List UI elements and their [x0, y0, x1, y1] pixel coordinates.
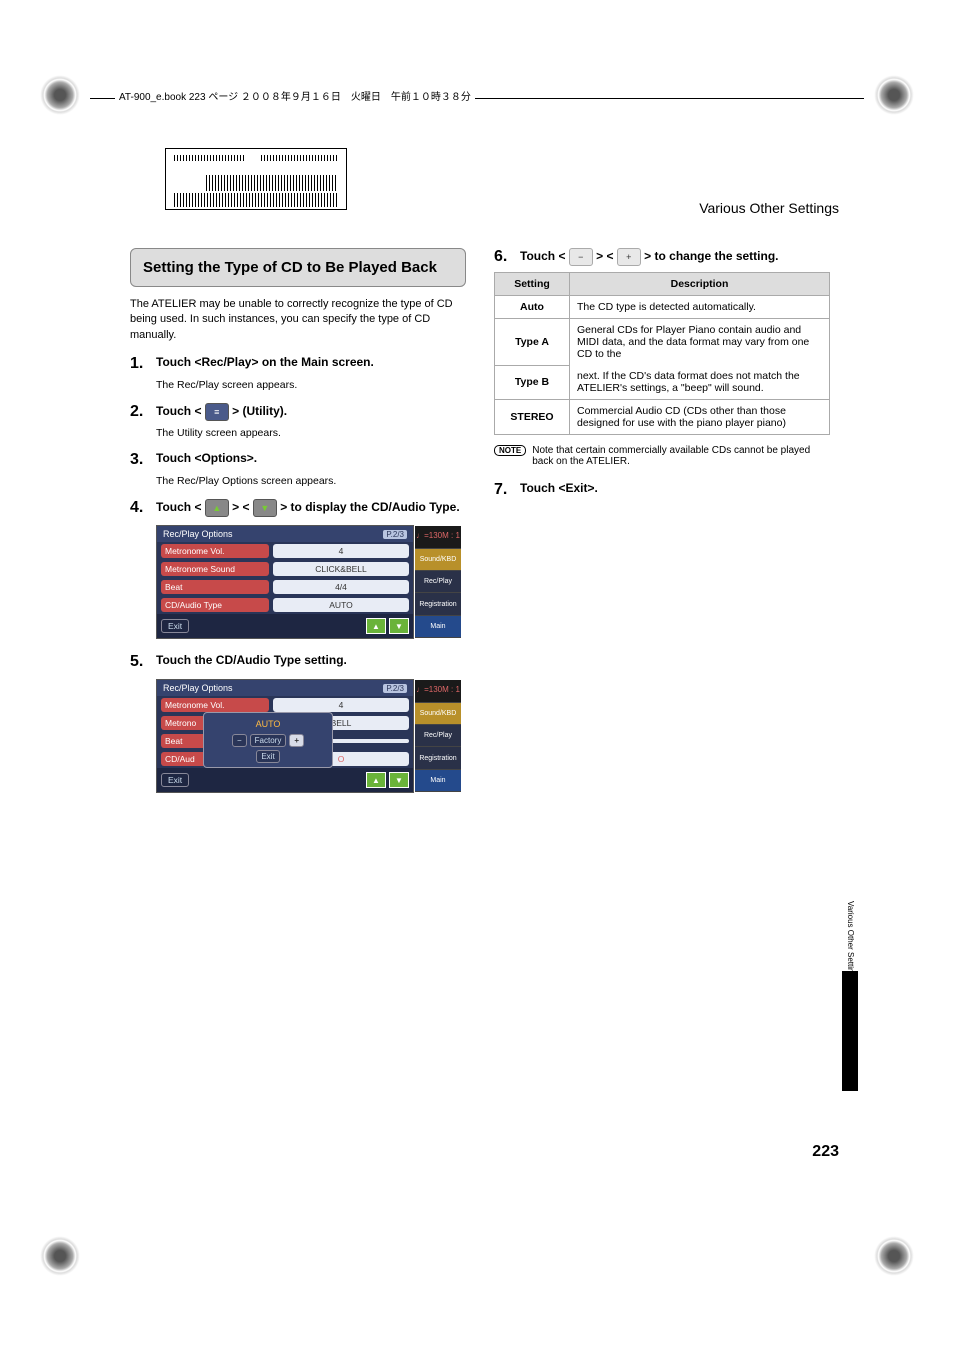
thumb-tab-label: Various Other Settings — [846, 901, 855, 981]
table-row: STEREO Commercial Audio CD (CDs other th… — [495, 400, 830, 435]
plus-icon: + — [617, 248, 641, 266]
ss-row-value: 4 — [273, 544, 409, 558]
ss-row-value: CLICK&BELL — [273, 562, 409, 576]
arrow-down-icon — [253, 499, 277, 517]
ss-title: Rec/Play Options — [163, 529, 233, 539]
table-header: Description — [570, 273, 830, 296]
setting-name: Type B — [495, 365, 570, 400]
step-text: Touch <Options>. — [156, 451, 257, 465]
step-text: Touch <Rec/Play> on the Main screen. — [156, 355, 374, 369]
ss-page: P.2/3 — [383, 684, 407, 693]
ss-row-label: Metronome Vol. — [161, 544, 269, 558]
step-subtext: The Utility screen appears. — [156, 427, 466, 439]
reg-mark-icon — [874, 1236, 914, 1276]
ss-side-tab: Sound/KBD — [415, 703, 461, 725]
ss-title: Rec/Play Options — [163, 683, 233, 693]
step-text-mid: > < — [232, 500, 249, 514]
step-number: 4. — [130, 499, 148, 517]
ss-row-label: Metronome Sound — [161, 562, 269, 576]
step-text-post: > to change the setting. — [644, 249, 778, 263]
note-text: Note that certain commercially available… — [532, 445, 830, 467]
setting-name: STEREO — [495, 400, 570, 435]
step-text-pre: Touch < — [520, 249, 569, 263]
popup-minus-button: − — [232, 734, 247, 747]
ss-up-icon: ▲ — [366, 772, 386, 788]
step-subtext: The Rec/Play Options screen appears. — [156, 475, 466, 487]
step-text-pre: Touch < — [156, 500, 201, 514]
table-row: Type A General CDs for Player Piano cont… — [495, 319, 830, 366]
step-text: Touch the CD/Audio Type setting. — [156, 653, 347, 667]
ss-row-value: 4 — [273, 698, 409, 712]
ss-down-icon: ▼ — [389, 772, 409, 788]
step-text-mid: > < — [596, 249, 617, 263]
ss-exit-button: Exit — [161, 773, 189, 787]
step-number: 6. — [494, 248, 512, 266]
step-text-pre: Touch < — [156, 404, 205, 418]
note-badge: NOTE — [494, 445, 526, 456]
popup-factory-button: Factory — [250, 734, 287, 747]
table-row: Type B next. If the CD's data format doe… — [495, 365, 830, 400]
reg-mark-icon — [40, 1236, 80, 1276]
setting-desc: The CD type is detected automatically. — [570, 296, 830, 319]
options-screenshot-2: Rec/Play Options P.2/3 Metronome Vol.4 M… — [156, 679, 414, 793]
page-number: 223 — [812, 1143, 839, 1161]
popup-exit-button: Exit — [256, 750, 279, 763]
step-number: 5. — [130, 653, 148, 671]
utility-menu-icon: ≡ — [205, 403, 229, 421]
ss-up-icon: ▲ — [366, 618, 386, 634]
page-heading: Setting the Type of CD to Be Played Back — [130, 248, 466, 287]
intro-paragraph: The ATELIER may be unable to correctly r… — [130, 297, 466, 343]
ss-row-value: 4/4 — [273, 580, 409, 594]
ss-side-tab: Registration — [415, 747, 461, 769]
step-number: 2. — [130, 403, 148, 421]
step-text-post: > to display the CD/Audio Type. — [280, 500, 459, 514]
ss-row-value: AUTO — [273, 598, 409, 612]
table-header: Setting — [495, 273, 570, 296]
ss-row-label: CD/Audio Type — [161, 598, 269, 612]
setting-desc: Commercial Audio CD (CDs other than thos… — [570, 400, 830, 435]
ss-row-label: Beat — [161, 580, 269, 594]
setting-name: Auto — [495, 296, 570, 319]
step-text-post: > (Utility). — [232, 404, 287, 418]
ss-row-label: Metronome Vol. — [161, 698, 269, 712]
ss-side-tab: Sound/KBD — [415, 549, 461, 571]
section-header: Various Other Settings — [699, 200, 839, 216]
setting-desc: General CDs for Player Piano contain aud… — [570, 319, 830, 366]
value-popup: AUTO − Factory + Exit — [203, 712, 333, 768]
ss-tempo: ♩=130M : 1 — [415, 680, 461, 702]
ss-side-tab: Registration — [415, 593, 461, 615]
reg-mark-icon — [874, 75, 914, 115]
popup-value: AUTO — [208, 717, 328, 731]
minus-icon: − — [569, 248, 593, 266]
setting-name: Type A — [495, 319, 570, 366]
ss-side-tab: Main — [415, 616, 461, 638]
step-number: 1. — [130, 355, 148, 373]
popup-plus-button: + — [289, 734, 304, 747]
arrow-up-icon — [205, 499, 229, 517]
step-number: 7. — [494, 481, 512, 499]
step-subtext: The Rec/Play screen appears. — [156, 379, 466, 391]
setting-desc: next. If the CD's data format does not m… — [570, 365, 830, 400]
ss-page: P.2/3 — [383, 530, 407, 539]
options-screenshot-1: Rec/Play Options P.2/3 Metronome Vol. 4 M… — [156, 525, 414, 639]
ss-side-tab: Rec/Play — [415, 725, 461, 747]
ss-down-icon: ▼ — [389, 618, 409, 634]
step-number: 3. — [130, 451, 148, 469]
ss-side-tab: Rec/Play — [415, 571, 461, 593]
settings-table: Setting Description Auto The CD type is … — [494, 272, 830, 435]
print-header: AT-900_e.book 223 ページ ２００８年９月１６日 火曜日 午前１… — [115, 88, 475, 103]
thumb-tab — [842, 971, 858, 1091]
ss-side-tab: Main — [415, 770, 461, 792]
keyboard-illustration — [165, 148, 347, 210]
ss-tempo: ♩=130M : 1 — [415, 526, 461, 548]
ss-exit-button: Exit — [161, 619, 189, 633]
reg-mark-icon — [40, 75, 80, 115]
step-text: Touch <Exit>. — [520, 481, 598, 495]
table-row: Auto The CD type is detected automatical… — [495, 296, 830, 319]
